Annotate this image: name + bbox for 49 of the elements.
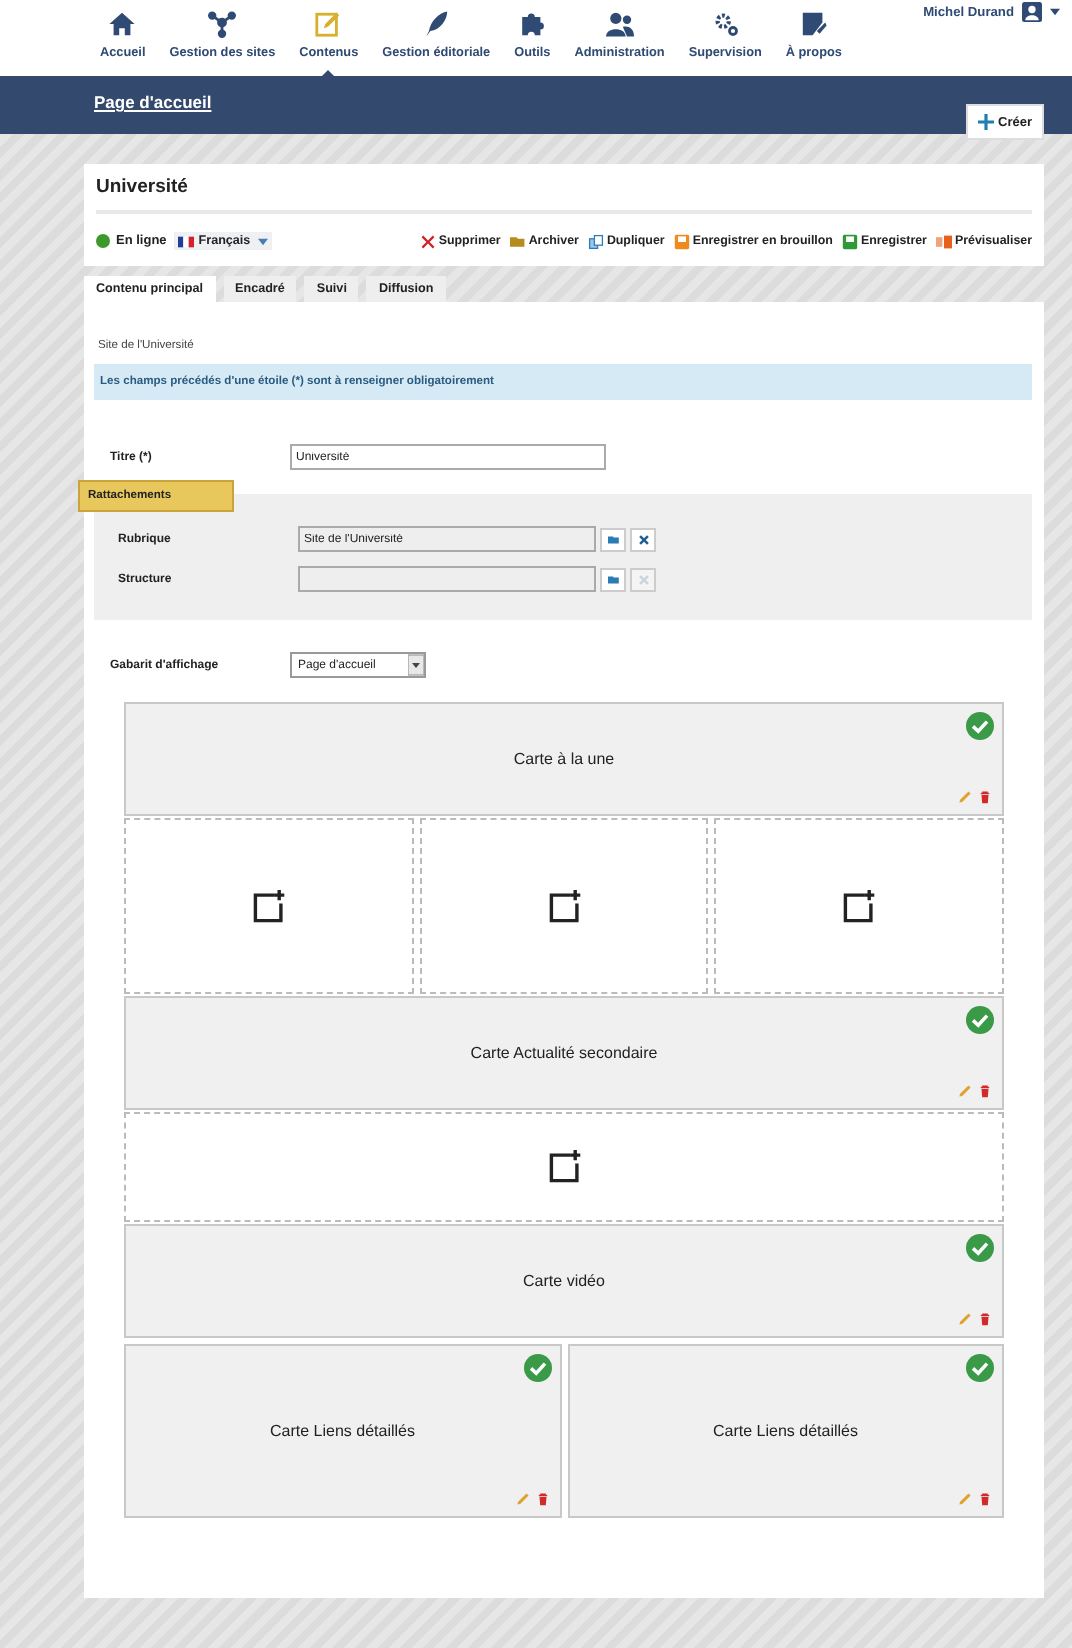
network-icon — [208, 10, 237, 38]
close-icon — [637, 573, 649, 585]
users-icon — [605, 10, 634, 38]
puzzle-icon — [518, 10, 547, 38]
copy-icon — [588, 233, 605, 249]
add-card-icon[interactable] — [547, 889, 581, 923]
card-title: Carte Actualité secondaire — [470, 1044, 658, 1062]
user-avatar-icon[interactable] — [1022, 2, 1042, 22]
trash-icon[interactable] — [535, 1492, 549, 1506]
close-icon — [637, 533, 649, 545]
note-icon — [799, 10, 828, 38]
preview-icon — [936, 233, 953, 249]
layout-card[interactable]: Carte Actualité secondaire — [124, 996, 1004, 1110]
add-card-icon[interactable] — [547, 1150, 581, 1184]
flag-icon — [178, 235, 195, 247]
layout-card[interactable]: Carte Liens détaillés — [567, 1344, 1004, 1518]
edit-icon — [314, 10, 343, 38]
caret-icon — [408, 654, 424, 676]
caret-icon — [258, 237, 269, 245]
trash-icon[interactable] — [978, 1312, 992, 1326]
home-icon — [108, 10, 137, 38]
folder-icon — [510, 233, 527, 249]
browse-button[interactable] — [600, 527, 626, 551]
feather-icon — [422, 10, 451, 38]
save-icon — [674, 233, 691, 249]
settings-icon — [711, 10, 740, 38]
trash-icon[interactable] — [978, 790, 992, 804]
picker-field[interactable] — [298, 566, 596, 592]
folder-icon — [607, 573, 619, 585]
trash-icon[interactable] — [978, 1492, 992, 1506]
clear-button[interactable] — [630, 527, 656, 551]
card-title: Carte Liens détaillés — [270, 1422, 415, 1440]
card-title: Carte Liens détaillés — [713, 1422, 858, 1440]
add-card-icon[interactable] — [251, 889, 286, 923]
card-title: Carte vidéo — [523, 1272, 605, 1290]
add-card-icon[interactable] — [842, 889, 877, 923]
page-title-link[interactable]: Page d'accueil — [94, 92, 212, 112]
page-title: Université — [96, 176, 1032, 214]
plus-icon — [978, 114, 995, 130]
folder-icon — [607, 533, 619, 545]
trash-icon[interactable] — [978, 1084, 992, 1098]
caret-icon[interactable] — [1050, 8, 1060, 16]
save-icon — [842, 233, 859, 249]
delete-icon — [420, 233, 437, 249]
layout-card[interactable]: Carte à la une — [124, 702, 1004, 816]
card-title: Carte à la une — [513, 750, 615, 768]
layout-card[interactable]: Carte Liens détaillés — [124, 1344, 561, 1518]
browse-button[interactable] — [600, 567, 626, 591]
layout-card[interactable]: Carte vidéo — [124, 1224, 1004, 1338]
